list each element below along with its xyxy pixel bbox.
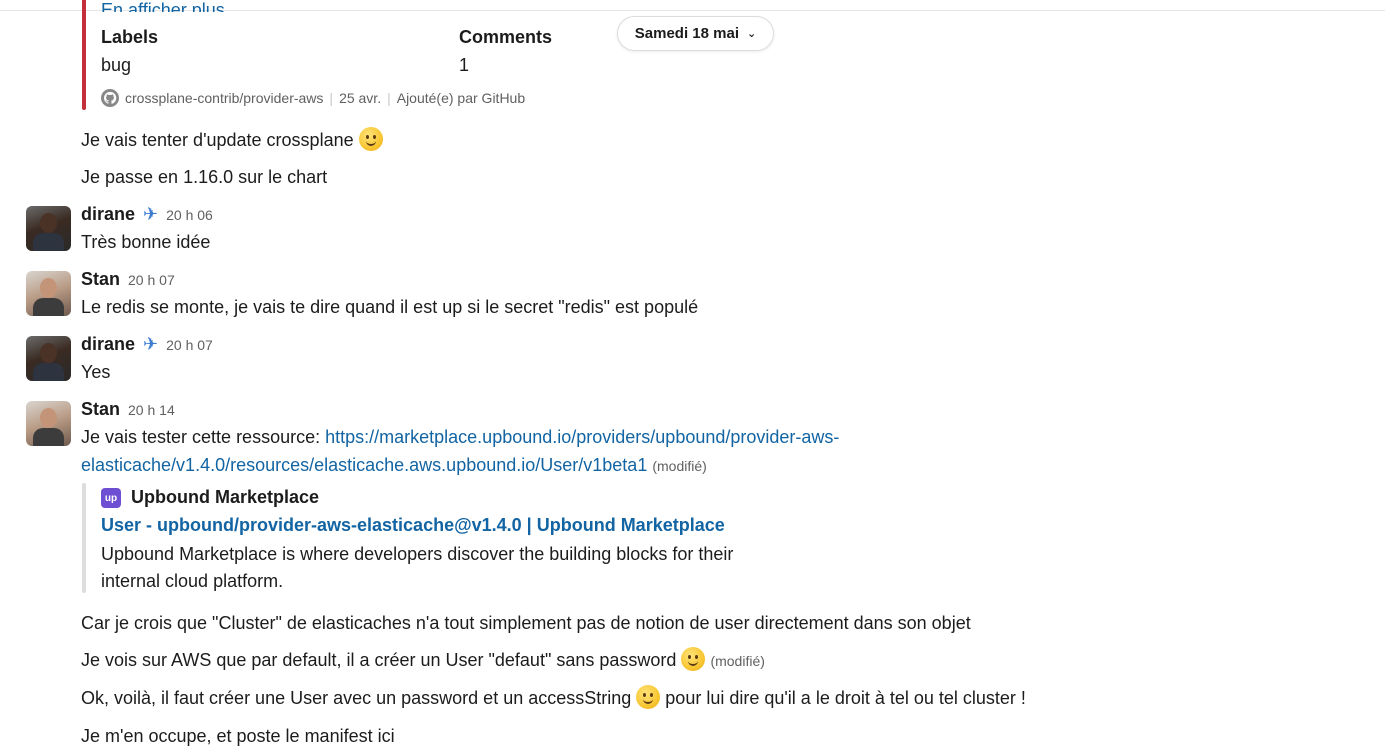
unfurl-title-link[interactable]: User - upbound/provider-aws-elasticache@…	[101, 513, 725, 537]
message-text: Le redis se monte, je vais te dire quand…	[81, 297, 699, 317]
show-more-link[interactable]: En afficher plus	[101, 0, 225, 12]
timestamp[interactable]: 20 h 07	[166, 337, 213, 353]
github-unfurl-accent-bar	[82, 0, 86, 110]
message-text: elasticache/v1.4.0/resources/elasticache…	[81, 451, 707, 480]
github-added-by: Ajouté(e) par GitHub	[396, 90, 526, 106]
avatar[interactable]	[26, 271, 71, 316]
slightly-smiling-face-icon	[681, 647, 706, 671]
edited-indicator: (modifié)	[710, 653, 765, 669]
avatar[interactable]	[26, 401, 71, 446]
message-text: Je vais tester cette ressource: https://…	[81, 423, 839, 451]
message-text: Très bonne idée	[81, 232, 211, 252]
field-title-comments: Comments	[459, 27, 553, 47]
author-name[interactable]: dirane	[81, 334, 135, 355]
author-name[interactable]: Stan	[81, 399, 120, 420]
message-header: dirane ✈ 20 h 06	[81, 204, 213, 225]
message-body: Je vais tester cette ressource:	[81, 427, 326, 447]
airplane-icon: ✈	[143, 334, 159, 354]
message-text: Je m'en occupe, et poste le manifest ici	[81, 726, 395, 746]
marketplace-link[interactable]: elasticache/v1.4.0/resources/elasticache…	[81, 455, 647, 475]
chevron-down-icon: ⌄	[747, 28, 757, 40]
message-body: Je vais tenter d'update crossplane	[81, 130, 354, 150]
message-text: Yes	[81, 362, 111, 382]
field-value-comments: 1	[459, 55, 470, 75]
github-date[interactable]: 25 avr.	[339, 90, 381, 106]
footer-separator: |	[329, 90, 334, 106]
avatar[interactable]	[26, 336, 71, 381]
unfurl-accent-bar	[82, 483, 86, 593]
message-body: Je vois sur AWS que par default, il a cr…	[81, 650, 677, 670]
upbound-logo-icon: up	[101, 488, 121, 508]
github-unfurl-footer: crossplane-contrib/provider-aws | 25 avr…	[101, 89, 525, 107]
message-body: pour lui dire qu'il a le droit à tel ou …	[665, 688, 1026, 708]
avatar[interactable]	[26, 206, 71, 251]
slightly-smiling-face-icon	[358, 127, 383, 151]
author-name[interactable]: dirane	[81, 204, 135, 225]
message-header: dirane ✈ 20 h 07	[81, 334, 213, 355]
github-icon	[101, 89, 119, 107]
message-text: Je vois sur AWS que par default, il a cr…	[81, 646, 765, 675]
message-text: Je passe en 1.16.0 sur le chart	[81, 167, 328, 187]
message-text: Ok, voilà, il faut créer une User avec u…	[81, 684, 1026, 712]
message-text: Je vais tenter d'update crossplane	[81, 126, 383, 154]
github-repo[interactable]: crossplane-contrib/provider-aws	[125, 90, 323, 106]
message-header: Stan 20 h 07	[81, 269, 175, 290]
field-title-labels: Labels	[101, 27, 159, 47]
timestamp[interactable]: 20 h 14	[128, 402, 175, 418]
timestamp[interactable]: 20 h 07	[128, 272, 175, 288]
message-body: Ok, voilà, il faut créer une User avec u…	[81, 688, 632, 708]
marketplace-link[interactable]: https://marketplace.upbound.io/providers…	[325, 427, 839, 447]
edited-indicator: (modifié)	[652, 458, 707, 474]
message-text: Car je crois que "Cluster" de elasticach…	[81, 613, 971, 633]
date-divider-button[interactable]: Samedi 18 mai ⌄	[617, 16, 774, 51]
footer-separator: |	[387, 90, 391, 106]
field-value-labels: bug	[101, 55, 132, 75]
unfurl-site-name: Upbound Marketplace	[131, 487, 320, 507]
unfurl-description: Upbound Marketplace is where developers …	[101, 544, 734, 591]
date-divider-label: Samedi 18 mai	[634, 25, 739, 42]
airplane-icon: ✈	[143, 204, 159, 224]
author-name[interactable]: Stan	[81, 269, 120, 290]
slightly-smiling-face-icon	[636, 685, 661, 709]
timestamp[interactable]: 20 h 06	[166, 207, 213, 223]
message-header: Stan 20 h 14	[81, 399, 175, 420]
